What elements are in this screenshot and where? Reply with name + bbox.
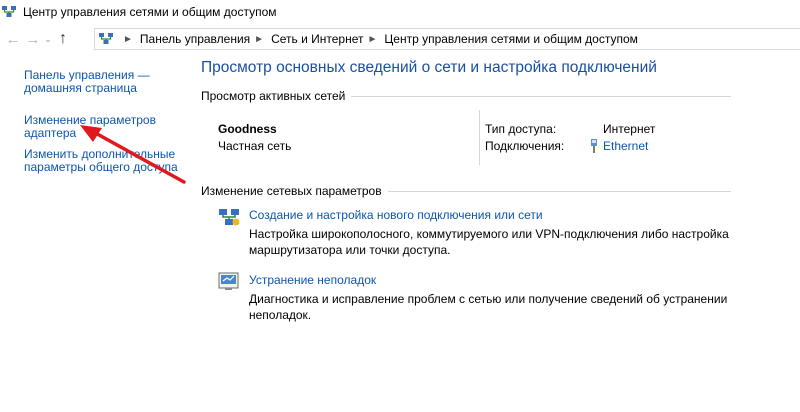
change-settings-header: Изменение сетевых параметров <box>201 184 731 198</box>
new-connection-description: Настройка широкополосного, коммутируемог… <box>249 227 729 258</box>
page-title: Просмотр основных сведений о сети и наст… <box>201 59 657 76</box>
network-divider <box>479 110 480 165</box>
sidebar-link-home[interactable]: Панель управления — домашняя страница <box>24 69 184 95</box>
breadcrumb-chevron-icon[interactable]: ► <box>254 34 264 45</box>
active-networks-header-label: Просмотр активных сетей <box>201 89 346 103</box>
title-bar: Центр управления сетями и общим доступом <box>0 0 800 24</box>
network-center-icon <box>2 6 16 17</box>
red-annotation-arrow <box>80 125 186 184</box>
window-title: Центр управления сетями и общим доступом <box>23 5 277 19</box>
section-divider <box>387 190 731 192</box>
active-networks-header: Просмотр активных сетей <box>201 89 731 103</box>
access-type-label: Тип доступа: <box>485 122 557 136</box>
connections-value[interactable]: Ethernet <box>591 139 648 153</box>
forward-arrow-icon[interactable]: → <box>23 29 43 49</box>
new-connection-icon <box>219 209 240 226</box>
ethernet-link[interactable]: Ethernet <box>603 139 648 153</box>
up-arrow-icon[interactable]: ↑ <box>53 29 73 49</box>
change-settings-header-label: Изменение сетевых параметров <box>201 184 382 198</box>
new-connection-desc-line1: Настройка широкополосного, коммутируемог… <box>249 227 729 241</box>
navigation-bar: ← → ⌄ ↑ ► Панель управления ► Сеть и Инт… <box>0 26 800 52</box>
main-content: Просмотр основных сведений о сети и наст… <box>201 58 761 322</box>
back-arrow-icon[interactable]: ← <box>3 29 23 49</box>
network-name: Goodness <box>218 122 277 136</box>
troubleshoot-icon <box>218 272 239 290</box>
section-divider <box>351 95 731 97</box>
recent-locations-chevron-icon[interactable]: ⌄ <box>43 29 53 49</box>
breadcrumb-network-center[interactable]: Центр управления сетями и общим доступом <box>384 32 638 46</box>
breadcrumb-control-panel[interactable]: Панель управления <box>140 32 250 46</box>
sidebar-link-home-line2[interactable]: домашняя страница <box>24 82 184 95</box>
control-panel-icon <box>99 33 113 44</box>
access-type-value: Интернет <box>603 122 656 136</box>
breadcrumb-chevron-icon[interactable]: ► <box>367 34 377 45</box>
new-connection-link[interactable]: Создание и настройка нового подключения … <box>249 208 543 222</box>
troubleshoot-description: Диагностика и исправление проблем с сеть… <box>249 292 729 323</box>
network-type: Частная сеть <box>218 139 292 153</box>
breadcrumb-network-internet[interactable]: Сеть и Интернет <box>271 32 363 46</box>
troubleshoot-desc-line1: Диагностика и исправление проблем с сеть… <box>249 292 728 306</box>
breadcrumb-chevron-icon[interactable]: ► <box>123 34 133 45</box>
connections-label: Подключения: <box>485 139 565 153</box>
ethernet-icon <box>591 139 597 153</box>
troubleshoot-link[interactable]: Устранение неполадок <box>249 273 376 287</box>
troubleshoot-desc-line2: неполадок. <box>249 307 312 322</box>
new-connection-desc-line2: маршрутизатора или точки доступа. <box>249 242 451 257</box>
address-bar[interactable]: ► Панель управления ► Сеть и Интернет ► … <box>94 28 800 50</box>
